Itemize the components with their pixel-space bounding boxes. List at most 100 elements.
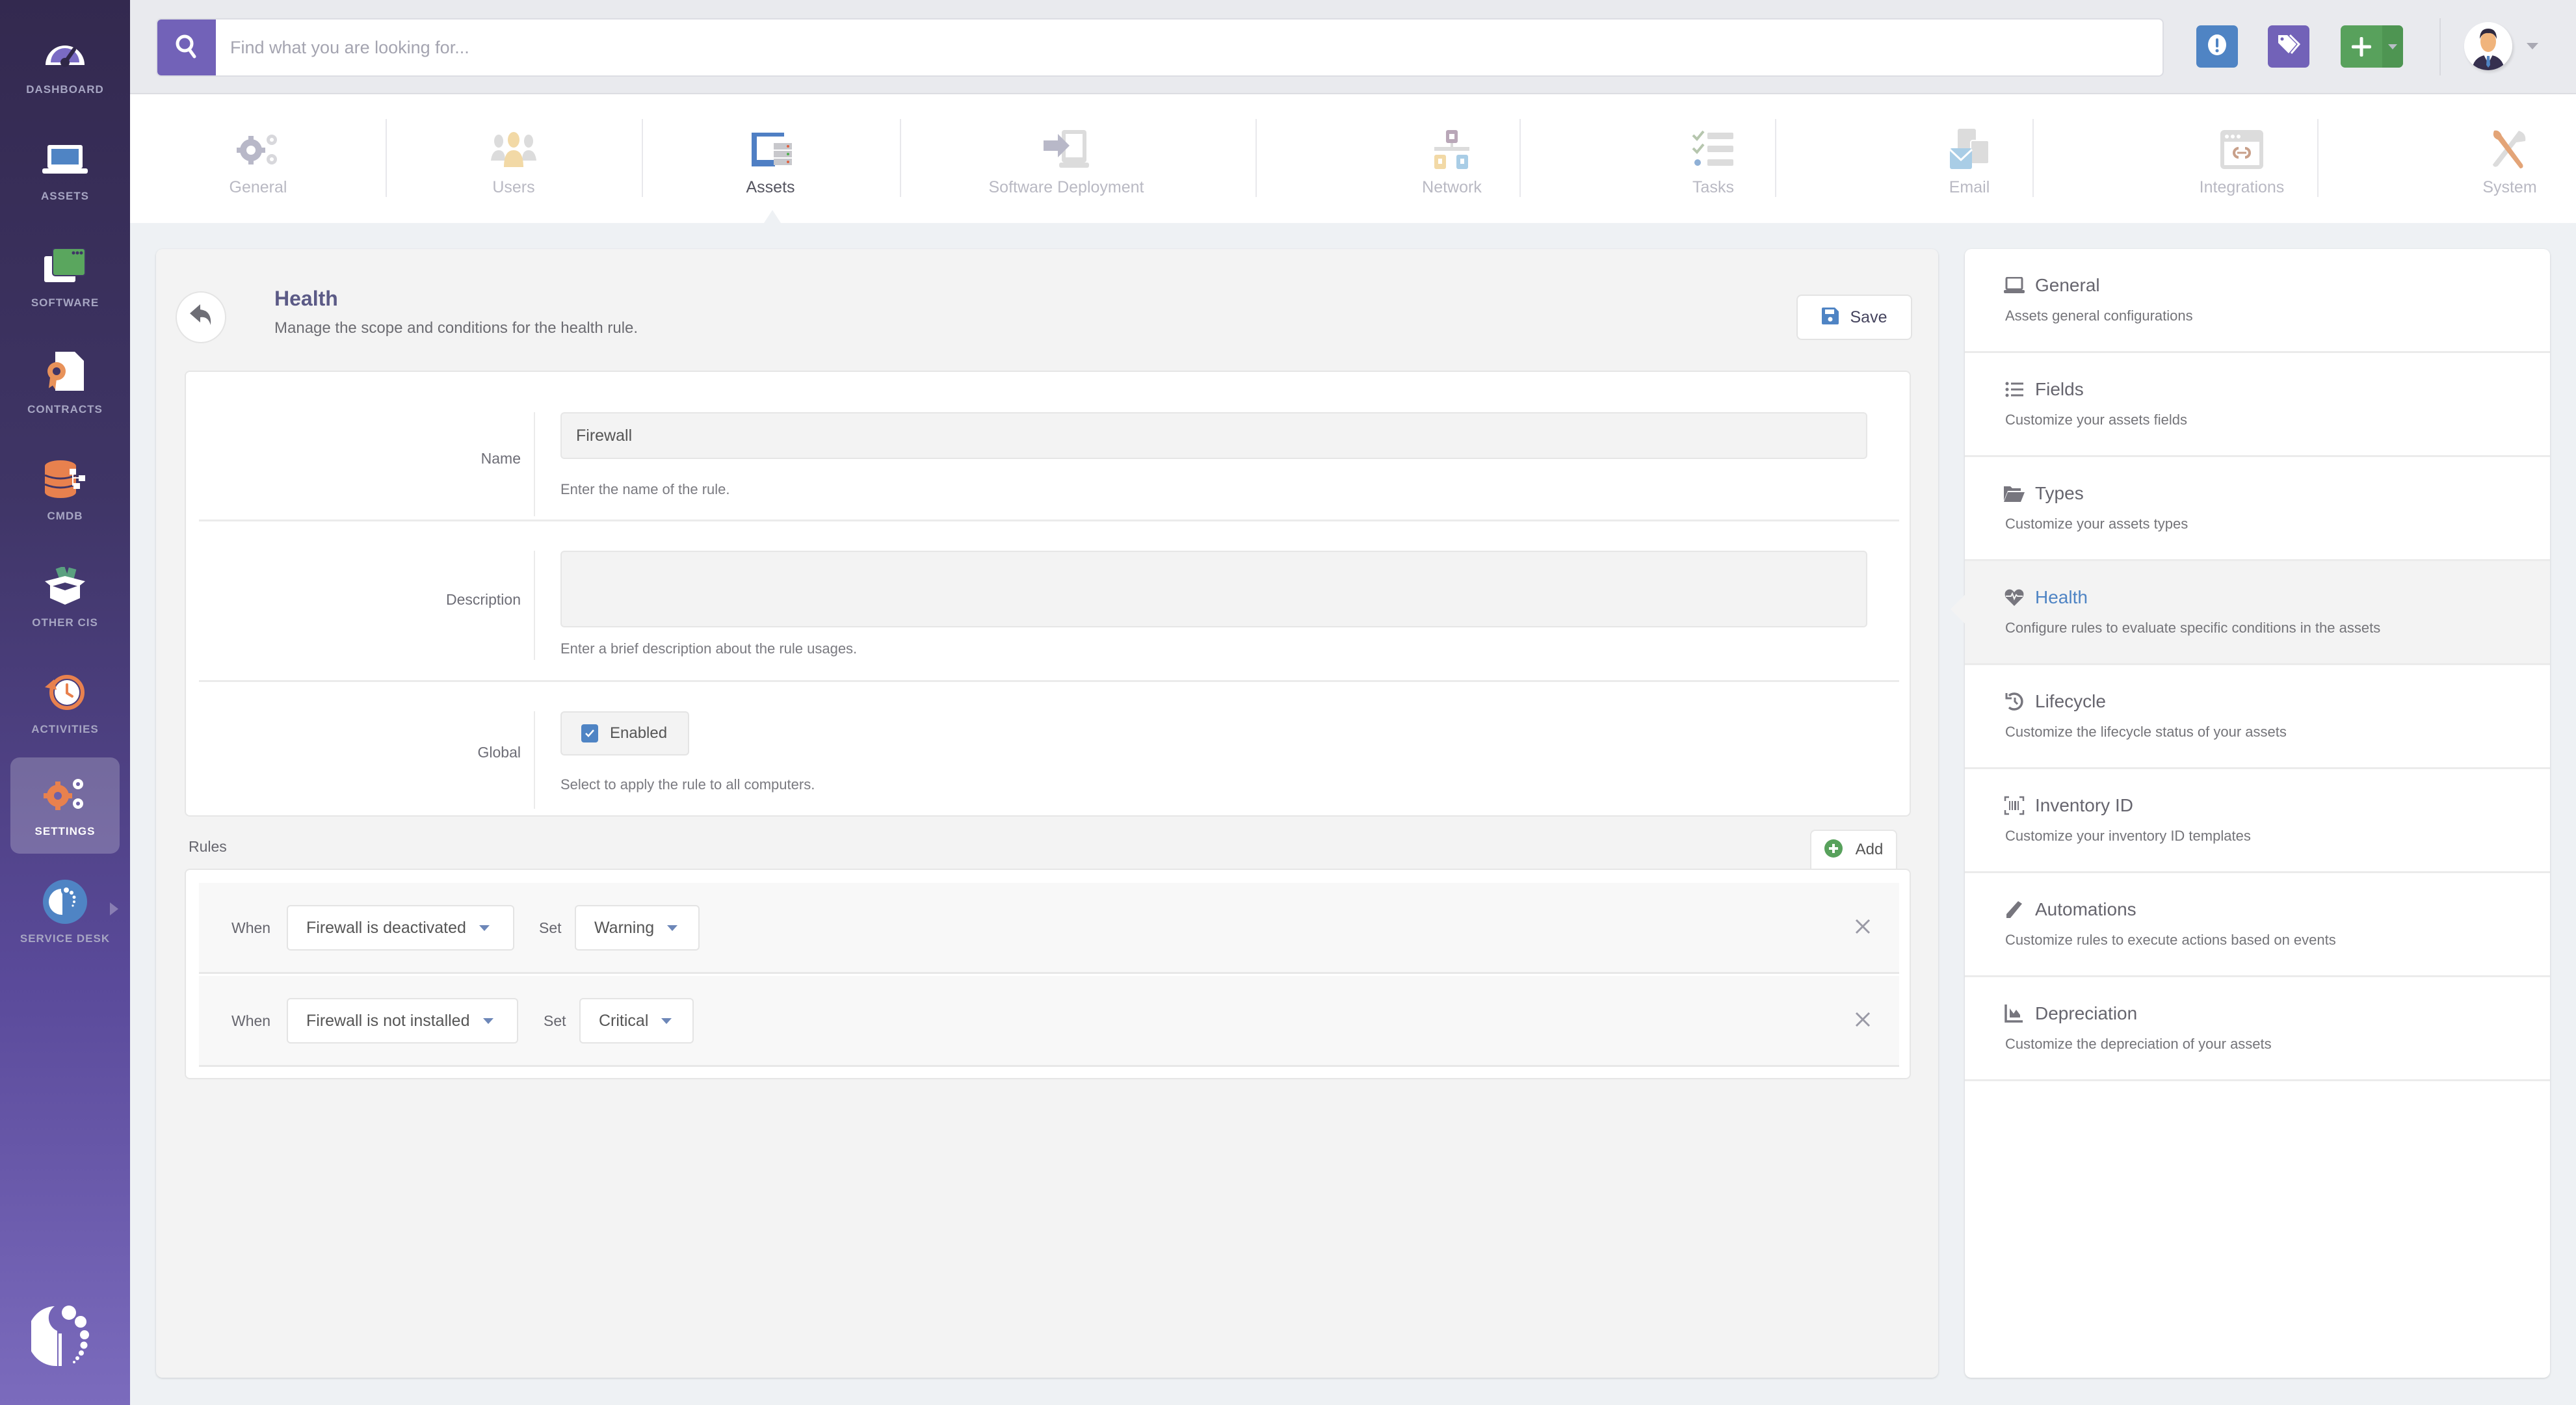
menu-item-types[interactable]: Types Customize your assets types: [1965, 457, 2550, 561]
add-new-button[interactable]: [2341, 25, 2403, 68]
set-label: Set: [539, 919, 562, 936]
condition-select[interactable]: Firewall is not installed: [287, 998, 518, 1044]
menu-item-depreciation[interactable]: Depreciation Customize the depreciation …: [1965, 977, 2550, 1081]
tab-divider: [386, 119, 387, 197]
menu-item-desc: Customize your inventory ID templates: [2005, 828, 2251, 844]
status-select[interactable]: Warning: [575, 905, 700, 951]
menu-item-inventory-id[interactable]: Inventory ID Customize your inventory ID…: [1965, 769, 2550, 873]
tab-assets[interactable]: Assets: [699, 119, 842, 197]
search-input[interactable]: [230, 37, 2116, 58]
caret-down-icon: [667, 925, 678, 931]
condition-select[interactable]: Firewall is deactivated: [287, 905, 514, 951]
tab-general[interactable]: General: [190, 119, 326, 197]
caret-down-icon: [661, 1018, 672, 1024]
user-menu-caret-icon[interactable]: [2527, 43, 2538, 49]
top-bar: [130, 0, 2576, 94]
sidebar: DASHBOARD ASSETS SOFTWARE CONTRACTS CMDB…: [0, 0, 130, 1405]
tab-software-deployment[interactable]: Software Deployment: [969, 119, 1164, 197]
nav-settings[interactable]: SETTINGS: [10, 757, 120, 854]
menu-item-title: Types: [2035, 483, 2084, 503]
close-icon: [1855, 1012, 1871, 1031]
expand-arrow-icon[interactable]: [110, 902, 118, 915]
tab-network[interactable]: Network: [1384, 119, 1520, 197]
remove-rule-button[interactable]: [1852, 917, 1874, 939]
global-help: Select to apply the rule to all computer…: [560, 776, 815, 793]
search-button[interactable]: [157, 20, 216, 75]
chart-area-icon: [2004, 1003, 2025, 1024]
nav-cmdb[interactable]: CMDB: [10, 442, 120, 538]
caret-down-icon: [482, 1018, 493, 1024]
save-label: Save: [1850, 308, 1887, 326]
reply-arrow-icon: [189, 303, 213, 332]
email-icon: [1947, 128, 1992, 170]
alerts-button[interactable]: [2196, 25, 2238, 68]
tasks-checklist-icon: [1690, 128, 1736, 170]
description-field[interactable]: [560, 551, 1867, 627]
menu-item-title: Depreciation: [2035, 1003, 2138, 1023]
rule-row: When Firewall is deactivated Set Warning: [199, 883, 1899, 974]
when-label: When: [231, 919, 271, 936]
health-rule-editor: Health Manage the scope and conditions f…: [156, 249, 1938, 1378]
menu-item-desc: Customize the lifecycle status of your a…: [2005, 724, 2287, 740]
nav-label: DASHBOARD: [26, 83, 104, 96]
history-clock-icon: [42, 671, 88, 714]
status-value: Critical: [599, 1011, 649, 1030]
contract-document-icon: [42, 351, 88, 394]
remove-rule-button[interactable]: [1852, 1010, 1874, 1032]
active-item-pointer: [1951, 595, 1965, 624]
name-field[interactable]: [560, 412, 1867, 459]
nav-dashboard[interactable]: DASHBOARD: [10, 16, 120, 112]
laptop-icon: [2004, 275, 2025, 296]
tags-icon: [2277, 34, 2301, 59]
menu-item-automations[interactable]: Automations Customize rules to execute a…: [1965, 873, 2550, 977]
menu-item-general[interactable]: General Assets general configurations: [1965, 249, 2550, 353]
tab-tasks[interactable]: Tasks: [1645, 119, 1781, 197]
page-title: Health: [274, 287, 338, 310]
tab-divider: [2032, 119, 2034, 197]
nav-label: SETTINGS: [34, 825, 96, 837]
status-select[interactable]: Critical: [579, 998, 694, 1044]
nav-software[interactable]: SOFTWARE: [10, 229, 120, 325]
enabled-label: Enabled: [610, 724, 668, 742]
pencil-icon: [2004, 899, 2025, 920]
nav-label: OTHER CIS: [32, 616, 98, 629]
menu-item-title: Automations: [2035, 899, 2136, 919]
menu-item-health[interactable]: Health Configure rules to evaluate speci…: [1951, 561, 2550, 665]
app-logo-icon: [27, 1304, 99, 1369]
tab-divider: [642, 119, 643, 197]
menu-item-title: Inventory ID: [2035, 795, 2133, 815]
plus-icon: [2341, 36, 2382, 57]
exclamation-circle-icon: [2206, 34, 2228, 59]
user-avatar[interactable]: [2464, 22, 2512, 70]
tab-system[interactable]: System: [2445, 119, 2575, 197]
save-button[interactable]: Save: [1796, 295, 1912, 340]
assets-settings-menu: General Assets general configurations Fi…: [1951, 249, 2550, 1378]
back-button[interactable]: [176, 291, 226, 343]
tab-email[interactable]: Email: [1901, 119, 2038, 197]
tab-users[interactable]: Users: [445, 119, 582, 197]
checkbox-checked-icon: [581, 724, 598, 742]
nav-other-cis[interactable]: OTHER CIS: [10, 549, 120, 645]
condition-value: Firewall is not installed: [306, 1011, 470, 1030]
toolbar-divider: [2439, 18, 2441, 75]
caret-down-icon: [479, 925, 490, 931]
global-enabled-checkbox[interactable]: Enabled: [560, 711, 689, 755]
row-divider: [534, 551, 535, 660]
rule-row: When Firewall is not installed Set Criti…: [199, 976, 1899, 1067]
description-row: Description Enter a brief description ab…: [199, 523, 1899, 682]
add-dropdown-caret-icon[interactable]: [2382, 25, 2403, 68]
network-icon: [1429, 128, 1475, 170]
menu-item-fields[interactable]: Fields Customize your assets fields: [1965, 353, 2550, 457]
menu-item-desc: Assets general configurations: [2005, 308, 2193, 324]
tab-divider: [1255, 119, 1257, 197]
menu-item-title: Lifecycle: [2035, 691, 2106, 711]
nav-activities[interactable]: ACTIVITIES: [10, 655, 120, 752]
nav-contracts[interactable]: CONTRACTS: [10, 335, 120, 432]
nav-service-desk[interactable]: SERVICE DESK: [10, 865, 120, 961]
menu-item-lifecycle[interactable]: Lifecycle Customize the lifecycle status…: [1965, 665, 2550, 769]
row-divider: [534, 711, 535, 809]
tab-integrations[interactable]: Integrations: [2170, 119, 2313, 197]
tags-button[interactable]: [2268, 25, 2309, 68]
nav-assets[interactable]: ASSETS: [10, 122, 120, 218]
add-rule-button[interactable]: Add: [1810, 830, 1897, 869]
